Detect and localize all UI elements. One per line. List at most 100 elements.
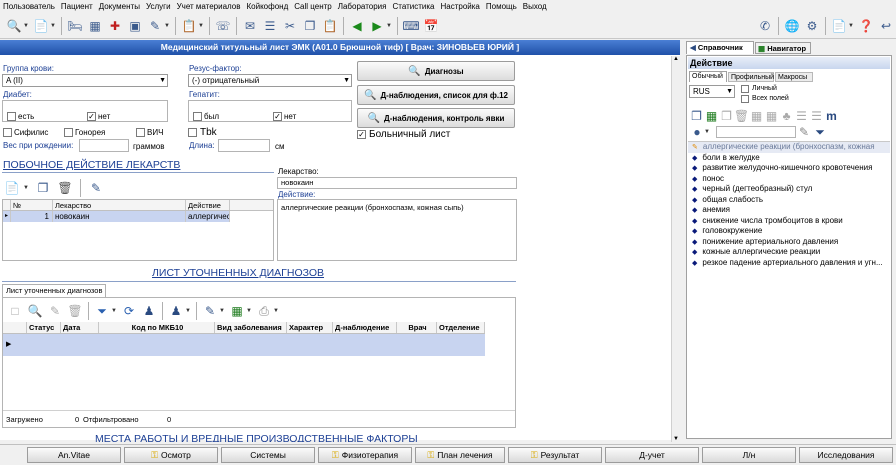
edit-icon[interactable]: ✎ (87, 179, 105, 197)
menu-callcenter[interactable]: Call центр (291, 2, 334, 11)
col-d-observation[interactable]: Д-наблюдение (333, 322, 397, 333)
systems-button[interactable]: Системы (221, 447, 315, 463)
table-row[interactable]: ▶ (3, 334, 485, 356)
col-icd10[interactable]: Код по МКБ10 (99, 322, 215, 333)
side-effects-title[interactable]: ПОБОЧНОЕ ДЕЙСТВИЕ ЛЕКАРСТВ (3, 159, 180, 171)
grid-icon[interactable]: ▦ (750, 107, 763, 125)
new-document-icon[interactable]: 📄 (3, 179, 21, 197)
diagnoses-button[interactable]: 🔍 Диагнозы (357, 61, 515, 81)
list-item[interactable]: ◆ общая слабость (688, 195, 890, 206)
col-status[interactable]: Статус (27, 322, 61, 333)
report-icon[interactable]: 📋 (180, 17, 198, 35)
height-input[interactable] (218, 139, 270, 152)
menu-documents[interactable]: Документы (96, 2, 143, 11)
list-item[interactable]: ◆ анемия (688, 205, 890, 216)
hospital-sheet-checkbox[interactable]: ✓ (357, 130, 366, 139)
chevron-down-icon[interactable]: ▼ (23, 179, 29, 197)
col-character[interactable]: Характер (287, 322, 333, 333)
subtab-profile[interactable]: Профильный (728, 72, 774, 82)
gonorrhea-checkbox[interactable] (64, 128, 73, 137)
menu-materials[interactable]: Учет материалов (174, 2, 244, 11)
bed-icon[interactable]: ▦ (86, 17, 104, 35)
doctor-icon[interactable]: ♟ (140, 302, 158, 320)
list-item[interactable]: ◆ снижение числа тромбоцитов в крови (688, 216, 890, 227)
grid-icon[interactable]: ▦ (765, 107, 778, 125)
binoculars-icon[interactable]: ● (690, 123, 704, 141)
doctor-icon[interactable]: ♟ (167, 302, 185, 320)
treatment-plan-button[interactable]: ⚿ План лечения (415, 447, 505, 463)
birth-weight-input[interactable] (79, 139, 129, 152)
excel-icon[interactable]: ▦ (228, 302, 246, 320)
diagnoses-section-title[interactable]: ЛИСТ УТОЧНЕННЫХ ДИАГНОЗОВ (152, 267, 324, 279)
result-button[interactable]: ⚿ Результат (508, 447, 602, 463)
tbk-checkbox[interactable] (188, 128, 197, 137)
list-item[interactable]: ◆ понос (688, 174, 890, 185)
mail-icon[interactable]: ✉ (241, 17, 259, 35)
menu-statistics[interactable]: Статистика (389, 2, 437, 11)
copy-icon[interactable]: ❐ (720, 107, 733, 125)
tab-refined-diagnoses[interactable]: Лист уточненных диагнозов (2, 284, 106, 298)
list-item[interactable]: ◆ понижение артериального давления (688, 237, 890, 248)
new-document-icon[interactable]: □ (6, 302, 24, 320)
bed-icon[interactable]: 🛏 (66, 17, 84, 35)
drug-input[interactable]: новокаин (277, 177, 517, 189)
chevron-down-icon[interactable]: ▼ (219, 302, 225, 320)
personal-checkbox[interactable] (741, 85, 749, 93)
anvitae-button[interactable]: An.Vitae (27, 447, 121, 463)
subtab-macros[interactable]: Макросы (775, 72, 813, 82)
search-icon[interactable]: 🔍 (26, 302, 44, 320)
menu-bedfund[interactable]: Койкофонд (244, 2, 292, 11)
chevron-down-icon[interactable]: ▼ (386, 17, 392, 35)
hepatitis-yes-checkbox[interactable] (193, 112, 202, 121)
doctor-icon[interactable]: ✚ (106, 17, 124, 35)
diabetes-no-checkbox[interactable]: ✓ (87, 112, 96, 121)
menu-patient[interactable]: Пациент (58, 2, 96, 11)
language-select[interactable]: RUS ▼ (689, 85, 735, 98)
chevron-down-icon[interactable]: ▼ (50, 17, 56, 35)
workplaces-section-title[interactable]: МЕСТА РАБОТЫ И ВРЕДНЫЕ ПРОИЗВОДСТВЕННЫЕ … (95, 433, 418, 442)
reference-search-input[interactable] (716, 126, 796, 138)
col-number[interactable]: № (11, 200, 53, 210)
chevron-down-icon[interactable]: ▼ (848, 17, 854, 35)
menu-user[interactable]: Пользователь (0, 2, 58, 11)
keyboard-icon[interactable]: ⌨ (402, 17, 420, 35)
col-department[interactable]: Отделение (437, 322, 485, 333)
menu-help[interactable]: Помощь (483, 2, 520, 11)
col-disease-type[interactable]: Вид заболевания (215, 322, 287, 333)
scroll-down-icon[interactable]: ▼ (673, 436, 679, 442)
table-row[interactable]: ▸ 1 новокаин аллергическ (3, 211, 230, 222)
col-doctor[interactable]: Врач (397, 322, 437, 333)
list-item[interactable]: ◆ головокружение (688, 226, 890, 237)
blood-group-select[interactable]: A (II) ▼ (2, 74, 168, 87)
copy-icon[interactable]: ❐ (34, 179, 52, 197)
print-icon[interactable]: ⎙ (255, 302, 273, 320)
sick-leave-button[interactable]: Л/н (702, 447, 796, 463)
scroll-up-icon[interactable]: ▲ (673, 56, 679, 62)
calendar-icon[interactable]: 📅 (422, 17, 440, 35)
exit-icon[interactable]: ↩ (877, 17, 895, 35)
list-item[interactable]: ◆ кожные аллергические реакции (688, 247, 890, 258)
scissors-icon[interactable]: ✂ (281, 17, 299, 35)
all-fields-checkbox[interactable] (741, 95, 749, 103)
chevron-down-icon[interactable]: ▼ (185, 302, 191, 320)
back-icon[interactable]: ◀ (348, 17, 366, 35)
syphilis-checkbox[interactable] (3, 128, 12, 137)
search-icon[interactable]: ✎ (797, 123, 811, 141)
delete-icon[interactable]: 🗑 (66, 302, 84, 320)
list-item[interactable]: ◆ боли в желудке (688, 153, 890, 164)
document-icon[interactable]: 📄 (830, 17, 848, 35)
edit-icon[interactable]: ✎ (46, 302, 64, 320)
d-observation-list-button[interactable]: 🔍 Д-наблюдения, список для ф.12 (357, 85, 515, 105)
chevron-down-icon[interactable]: ▼ (246, 302, 252, 320)
col-date[interactable]: Дата (61, 322, 99, 333)
diabetes-yes-checkbox[interactable] (7, 112, 16, 121)
col-drug[interactable]: Лекарство (53, 200, 186, 210)
chevron-down-icon[interactable]: ▼ (704, 123, 710, 141)
menu-laboratory[interactable]: Лаборатория (335, 2, 390, 11)
physiotherapy-button[interactable]: ⚿ Физиотерапия (318, 447, 412, 463)
chevron-down-icon[interactable]: ▼ (273, 302, 279, 320)
d-observation-control-button[interactable]: 🔍 Д-наблюдения, контроль явки (357, 108, 515, 128)
hepatitis-no-checkbox[interactable]: ✓ (273, 112, 282, 121)
chevron-down-icon[interactable]: ▼ (23, 17, 29, 35)
chevron-down-icon[interactable]: ▼ (198, 17, 204, 35)
